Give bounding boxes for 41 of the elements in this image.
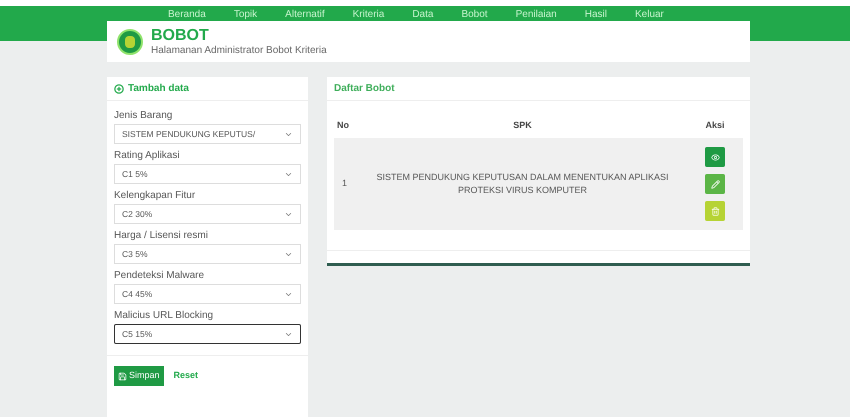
logo-icon bbox=[117, 28, 143, 55]
table-cell-text: 1 bbox=[341, 177, 348, 190]
pencil-icon bbox=[710, 180, 720, 188]
view-button[interactable] bbox=[705, 147, 725, 167]
column-header: Aksi bbox=[704, 118, 726, 132]
table-cell-text: SISTEM PENDUKUNG KEPUTUSAN DALAM MENENTUKAN APLIKASI PROTEKSI VIRUS KOMPUTER bbox=[375, 170, 670, 197]
nav-link[interactable]: Data bbox=[412, 8, 434, 22]
field-label: Jenis Barang bbox=[114, 109, 174, 123]
panel-title: Tambah data bbox=[128, 82, 189, 96]
nav-link[interactable]: Bobot bbox=[461, 8, 488, 22]
add-icon bbox=[114, 84, 124, 94]
reset-link[interactable]: Reset bbox=[174, 369, 198, 383]
page-title: BOBOT bbox=[151, 26, 210, 45]
save-button[interactable]: Simpan bbox=[114, 366, 164, 386]
field-label: Pendeteksi Malware bbox=[114, 269, 206, 283]
edit-button[interactable] bbox=[705, 174, 725, 194]
page-subtitle: Halamanan Administrator Bobot Kriteria bbox=[151, 44, 327, 57]
delete-button[interactable] bbox=[705, 201, 725, 221]
save-icon bbox=[118, 372, 127, 380]
nav-link[interactable]: Kriteria bbox=[352, 8, 384, 22]
nav-link[interactable]: Topik bbox=[234, 8, 258, 22]
column-header: No bbox=[336, 118, 350, 132]
field-label: Rating Aplikasi bbox=[114, 149, 181, 163]
eye-icon bbox=[710, 152, 720, 162]
nav-link[interactable]: Hasil bbox=[584, 8, 607, 22]
field-label: Kelengkapan Fitur bbox=[114, 189, 196, 203]
nav-link[interactable]: Keluar bbox=[634, 8, 664, 22]
nav-link[interactable]: Penilaian bbox=[516, 8, 557, 22]
nav-link[interactable]: Alternatif bbox=[285, 8, 325, 22]
field-label: Harga / Lisensi resmi bbox=[114, 229, 209, 243]
field-label: Malicius URL Blocking bbox=[114, 309, 214, 323]
nav-link[interactable]: Beranda bbox=[168, 8, 206, 22]
select-field[interactable]: C5 15% bbox=[114, 324, 301, 344]
select-field[interactable]: C4 45% bbox=[114, 284, 301, 304]
select-field[interactable]: SISTEM PENDUKUNG KEPUTUS/ bbox=[114, 124, 301, 144]
panel-title: Daftar Bobot bbox=[334, 82, 395, 96]
column-header: SPK bbox=[512, 118, 533, 132]
select-field[interactable]: C1 5% bbox=[114, 164, 301, 184]
trash-icon bbox=[710, 206, 720, 216]
select-field[interactable]: C2 30% bbox=[114, 204, 301, 224]
select-field[interactable]: C3 5% bbox=[114, 244, 301, 264]
